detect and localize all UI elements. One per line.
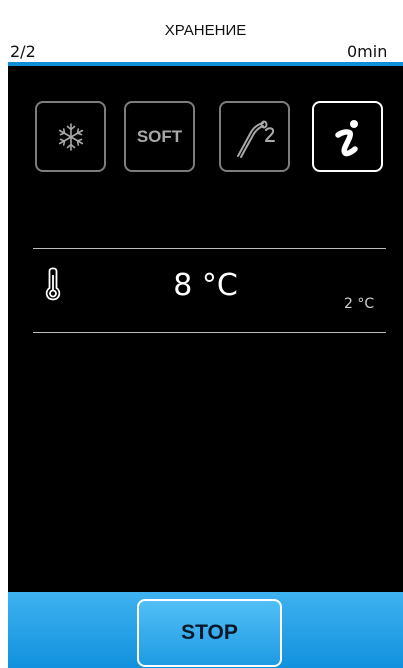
stop-button[interactable]: STOP <box>137 599 282 667</box>
page-indicator: 2/2 <box>10 42 36 61</box>
soft-mode-button[interactable]: SOFT <box>124 101 195 172</box>
page-title: ХРАНЕНИЕ <box>164 22 247 39</box>
soft-mode-label: SOFT <box>136 126 183 146</box>
core-probe-button[interactable] <box>219 101 290 172</box>
top-divider <box>33 248 386 249</box>
app-screen: ХРАНЕНИЕ 2/2 0min SOFT 8 °C 2 °C STOP <box>8 0 403 668</box>
bottom-divider <box>33 332 386 333</box>
info-mode-button[interactable] <box>312 101 383 172</box>
info-icon <box>334 119 358 156</box>
main-panel: SOFT 8 °C 2 °C <box>8 66 403 592</box>
header-bar: ХРАНЕНИЕ 2/2 0min <box>8 0 403 62</box>
footer-bar: STOP <box>8 592 403 668</box>
snowflake-icon <box>58 122 83 151</box>
core-probe-icon <box>236 120 275 158</box>
elapsed-time: 0min <box>347 42 388 61</box>
freeze-mode-button[interactable] <box>35 101 106 172</box>
setpoint-temperature: 2 °C <box>344 296 375 312</box>
